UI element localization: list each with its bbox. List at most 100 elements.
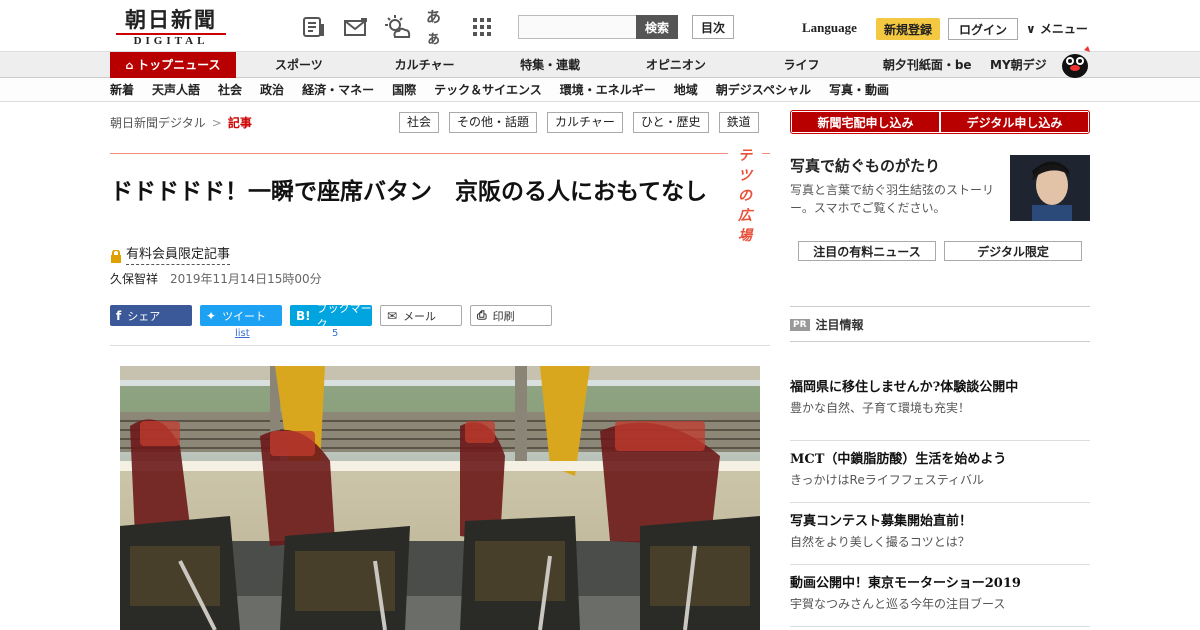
tag-other[interactable]: その他・話題 (449, 112, 538, 133)
nav-print-edition[interactable]: 朝夕刊紙面・be (864, 52, 990, 78)
facebook-share-button[interactable]: f シェア (110, 305, 192, 326)
search-button[interactable]: 検索 (636, 15, 678, 39)
print-label: 印刷 (492, 309, 515, 323)
divider (790, 341, 1090, 342)
nav-tenseijingo[interactable]: 天声人語 (152, 78, 200, 102)
site-logo[interactable]: 朝日新聞 DIGITAL (116, 8, 226, 48)
search-input[interactable] (518, 15, 638, 39)
tab-featured-paid-news[interactable]: 注目の有料ニュース (798, 241, 936, 261)
paid-article-notice: 有料会員限定記事 (110, 246, 231, 265)
corner-divider (110, 153, 770, 154)
grid-icon[interactable] (468, 14, 496, 40)
subscribe-digital-button[interactable]: デジタル申し込み (941, 112, 1088, 132)
hatena-label: ブックマーク (316, 301, 372, 331)
envelope-icon: ✉ (387, 308, 398, 323)
nav-opinion[interactable]: オピニオン (613, 52, 739, 78)
feature-title[interactable]: 写真で紡ぐものがたり (790, 155, 1000, 177)
logo-subtitle: DIGITAL (116, 33, 226, 48)
breadcrumb-separator: > (211, 116, 222, 130)
home-icon: ⌂ (125, 59, 138, 72)
pr-item-title[interactable]: 写真コンテスト募集開始直前！ (790, 513, 1090, 531)
site-header: 朝日新聞 DIGITAL あぁ 検索 目次 Language 新規登録 ログイン… (0, 0, 1200, 52)
pr-list: 福岡県に移住しませんか?体験談公開中 豊かな自然、子育て環境も充実！ MCT（中… (790, 379, 1090, 627)
toc-button[interactable]: 目次 (692, 15, 734, 39)
breadcrumb: 朝日新聞デジタル > 記事 (110, 114, 252, 132)
news-icon[interactable] (300, 14, 328, 40)
list-item[interactable]: 福岡県に移住しませんか?体験談公開中 豊かな自然、子育て環境も充実！ (790, 379, 1090, 441)
article-title: ドドドドド！一瞬で座席バタン 京阪のる人におもてなし (110, 178, 708, 205)
sidebar-tabs: 注目の有料ニュース デジタル限定 (798, 241, 1082, 261)
pr-heading: 注目情報 (815, 318, 864, 332)
corner-header: テツの広場 (110, 143, 770, 245)
pr-item-title[interactable]: 福岡県に移住しませんか?体験談公開中 (790, 379, 1090, 397)
nav-sports[interactable]: スポーツ (236, 52, 362, 78)
list-item[interactable]: 写真コンテスト募集開始直前！ 自然をより美しく撮るコツとは？ (790, 503, 1090, 565)
primary-nav: ⌂ トップニュース スポーツ カルチャー 特集・連載 オピニオン ライフ 朝夕刊… (0, 52, 1200, 78)
list-item[interactable]: MCT（中鎖脂肪酸）生活を始めよう きっかけはReライフフェスティバル (790, 441, 1090, 503)
feature-thumbnail[interactable] (1010, 155, 1090, 221)
nav-top-news[interactable]: ⌂ トップニュース (110, 52, 236, 78)
logo-kanji: 朝日新聞 (125, 7, 217, 32)
secondary-nav: 新着 天声人語 社会 政治 経済・マネー 国際 テック＆サイエンス 環境・エネル… (0, 78, 1200, 102)
mascot-icon (1058, 44, 1092, 78)
tag-people-history[interactable]: ひと・歴史 (632, 112, 709, 133)
printer-icon: ⎙ (477, 308, 487, 322)
nav-society[interactable]: 社会 (218, 78, 242, 102)
nav-features[interactable]: 特集・連載 (487, 52, 613, 78)
weather-icon[interactable] (384, 14, 412, 40)
login-button[interactable]: ログイン (948, 18, 1018, 40)
tab-digital-only[interactable]: デジタル限定 (944, 241, 1082, 261)
mail-icon[interactable] (342, 14, 370, 40)
subscribe-buttons: 新聞宅配申し込み デジタル申し込み (790, 110, 1090, 134)
author: 久保智祥 (110, 272, 159, 286)
language-link[interactable]: Language (802, 20, 857, 36)
share-counts: list 5 (110, 328, 410, 342)
pr-item-desc: 宇賀なつみさんと巡る今年の注目ブース (790, 597, 1006, 611)
publish-date: 2019年11月14日15時00分 (170, 272, 322, 286)
font-size-icon[interactable]: あぁ (426, 8, 454, 47)
article-meta: 久保智祥 2019年11月14日15時00分 (110, 270, 322, 288)
article-photo[interactable] (120, 366, 760, 630)
tweet-count[interactable]: list (235, 328, 250, 339)
divider (790, 306, 1090, 307)
pr-item-title[interactable]: 動画公開中！東京モーターショー2019 (790, 575, 1090, 593)
breadcrumb-home[interactable]: 朝日新聞デジタル (110, 114, 206, 132)
nav-politics[interactable]: 政治 (260, 78, 284, 102)
tag-society[interactable]: 社会 (399, 112, 440, 133)
facebook-icon: f (116, 308, 122, 323)
feature-promo[interactable]: 写真で紡ぐものがたり 写真と言葉で紡ぐ羽生結弦のストーリー。スマホでご覧ください… (790, 155, 1090, 221)
nav-label: トップニュース (137, 58, 221, 72)
nav-economy[interactable]: 経済・マネー (302, 78, 374, 102)
facebook-label: シェア (127, 309, 161, 323)
hatena-bookmark-button[interactable]: B! ブックマーク (290, 302, 372, 331)
pr-item-desc: きっかけはReライフフェスティバル (790, 473, 984, 487)
nav-environment[interactable]: 環境・エネルギー (560, 78, 656, 102)
share-bar: f シェア ✦ ツイート B! ブックマーク ✉ メール ⎙ 印刷 (110, 302, 552, 331)
nav-special[interactable]: 朝デジスペシャル (716, 78, 811, 102)
twitter-label: ツイート (222, 309, 267, 323)
pr-item-title[interactable]: MCT（中鎖脂肪酸）生活を始めよう (790, 451, 1090, 469)
nav-life[interactable]: ライフ (739, 52, 865, 78)
nav-tech-science[interactable]: テック＆サイエンス (434, 78, 542, 102)
nav-photo-video[interactable]: 写真・動画 (829, 78, 889, 102)
nav-international[interactable]: 国際 (392, 78, 416, 102)
mail-share-button[interactable]: ✉ メール (380, 305, 462, 326)
nav-culture[interactable]: カルチャー (362, 52, 488, 78)
print-button[interactable]: ⎙ 印刷 (470, 305, 552, 326)
subscribe-paper-button[interactable]: 新聞宅配申し込み (792, 112, 939, 132)
register-button[interactable]: 新規登録 (876, 18, 940, 40)
pr-item-desc: 自然をより美しく撮るコツとは？ (790, 535, 970, 549)
nav-latest[interactable]: 新着 (110, 78, 134, 102)
tag-culture[interactable]: カルチャー (547, 112, 623, 133)
tag-railway[interactable]: 鉄道 (718, 112, 759, 133)
train-interior-image (120, 366, 760, 630)
nav-region[interactable]: 地域 (674, 78, 698, 102)
paid-label[interactable]: 有料会員限定記事 (126, 246, 231, 265)
list-item[interactable]: 動画公開中！東京モーターショー2019 宇賀なつみさんと巡る今年の注目ブース (790, 565, 1090, 627)
topic-tags: 社会 その他・話題 カルチャー ひと・歴史 鉄道 (399, 112, 759, 133)
twitter-share-button[interactable]: ✦ ツイート (200, 305, 282, 326)
lock-icon (110, 248, 122, 263)
menu-button[interactable]: ∨ メニュー (1026, 20, 1088, 37)
bookmark-count[interactable]: 5 (332, 328, 338, 339)
feature-description: 写真と言葉で紡ぐ羽生結弦のストーリー。スマホでご覧ください。 (790, 183, 995, 215)
